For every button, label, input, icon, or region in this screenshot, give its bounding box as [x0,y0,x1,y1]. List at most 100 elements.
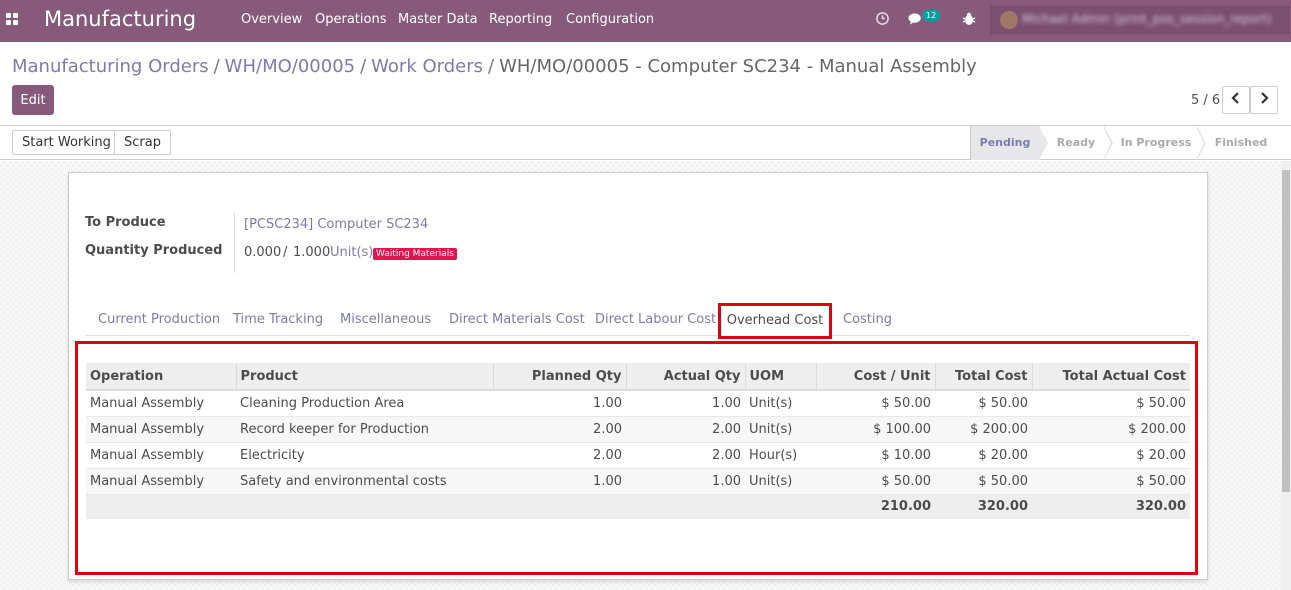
cell-operation: Manual Assembly [86,390,236,417]
chevron-right-icon [1261,92,1269,104]
cell-planned-qty: 1.00 [493,390,626,417]
menu-master-data[interactable]: Master Data [398,12,478,27]
table-row[interactable]: Manual Assembly Cleaning Production Area… [86,390,1190,417]
state-tag: Waiting Materials [373,248,457,260]
pager-next-button[interactable] [1250,86,1278,114]
cell-planned-qty: 1.00 [493,468,626,495]
start-working-button[interactable]: Start Working [12,130,121,155]
cell-uom: Unit(s) [745,468,816,495]
stage-arrow-inner [1196,126,1204,160]
cell-actual-qty: 1.00 [626,390,745,417]
total-actual-cost: 320.00 [1032,494,1190,519]
user-avatar [1000,11,1018,29]
cell-total-cost: $ 200.00 [935,416,1032,443]
cell-total-actual-cost: $ 50.00 [1032,468,1190,495]
cell-total-actual-cost: $ 200.00 [1032,416,1190,443]
pager-previous-button[interactable] [1222,86,1250,114]
menu-operations[interactable]: Operations [315,12,386,27]
to-produce-label: To Produce [85,215,166,230]
control-panel [0,42,1291,126]
qty-total-value: 1.000 [293,245,331,260]
cell-operation: Manual Assembly [86,468,236,495]
col-product[interactable]: Product [235,363,493,391]
cell-planned-qty: 2.00 [493,416,626,443]
tab-current-production[interactable]: Current Production [98,312,220,327]
cell-cost-unit: $ 50.00 [816,468,935,495]
cell-total-actual-cost: $ 50.00 [1032,390,1190,417]
cell-cost-unit: $ 100.00 [816,416,935,443]
stage-ready[interactable]: Ready [1048,126,1104,160]
qty-separator: / [283,245,288,260]
stage-pending[interactable]: Pending [970,126,1039,160]
cell-operation: Manual Assembly [86,416,236,443]
col-uom[interactable]: UOM [744,363,816,391]
stage-arrow [1039,126,1048,160]
menu-overview[interactable]: Overview [241,12,302,27]
activity-clock-icon[interactable] [875,11,890,26]
col-total-actual-cost[interactable]: Total Actual Cost [1031,363,1190,391]
breadcrumb-work-orders[interactable]: Work Orders [371,56,483,77]
cell-actual-qty: 2.00 [626,442,745,469]
scrap-button[interactable]: Scrap [114,130,171,155]
col-planned-qty[interactable]: Planned Qty [492,363,626,391]
cell-total-cost: $ 50.00 [935,468,1032,495]
table-header-row: Operation Product Planned Qty Actual Qty… [86,363,1190,391]
col-operation[interactable]: Operation [86,363,236,391]
debug-bug-icon[interactable] [962,12,976,26]
tab-direct-labour-cost[interactable]: Direct Labour Cost [595,312,716,327]
qty-uom-link[interactable]: Unit(s) [330,245,373,260]
tab-direct-materials-cost[interactable]: Direct Materials Cost [449,312,585,327]
quantity-produced-label: Quantity Produced [85,243,223,258]
messages-count-badge: 12 [922,10,941,21]
breadcrumb-manufacturing-orders[interactable]: Manufacturing Orders [12,56,209,77]
stage-in-progress[interactable]: In Progress [1113,126,1199,160]
cell-product: Record keeper for Production [236,416,493,443]
stage-arrow-inner [1103,126,1111,160]
cell-cost-unit: $ 10.00 [816,442,935,469]
cell-uom: Hour(s) [745,442,816,469]
pager-value[interactable]: 5 / 6 [1191,93,1220,108]
tab-costing[interactable]: Costing [843,312,892,327]
total-cost-unit: 210.00 [816,494,935,519]
table-totals-row: 210.00 320.00 320.00 [86,494,1190,519]
table-row[interactable]: Manual Assembly Record keeper for Produc… [86,416,1190,443]
to-produce-link[interactable]: [PCSC234] Computer SC234 [244,217,428,232]
cell-total-cost: $ 50.00 [935,390,1032,417]
cell-actual-qty: 1.00 [626,468,745,495]
user-name[interactable]: Michael Admin (print_pos_session_report) [1022,12,1272,26]
col-actual-qty[interactable]: Actual Qty [625,363,745,391]
total-cost: 320.00 [935,494,1032,519]
tab-miscellaneous[interactable]: Miscellaneous [340,312,431,327]
table-row[interactable]: Manual Assembly Safety and environmental… [86,468,1190,495]
overhead-cost-table: Operation Product Planned Qty Actual Qty… [86,363,1190,519]
cell-total-actual-cost: $ 20.00 [1032,442,1190,469]
cell-uom: Unit(s) [745,390,816,417]
top-navbar: Manufacturing Overview Operations Master… [0,0,1291,42]
breadcrumb-current: WH/MO/00005 - Computer SC234 - Manual As… [499,56,977,77]
edit-button[interactable]: Edit [12,85,54,115]
cell-total-cost: $ 20.00 [935,442,1032,469]
menu-configuration[interactable]: Configuration [566,12,654,27]
qty-produced-value: 0.000 [244,245,282,260]
tabs-divider [86,335,1190,336]
app-title: Manufacturing [44,7,197,31]
menu-reporting[interactable]: Reporting [489,12,552,27]
scrollbar-thumb[interactable] [1282,170,1290,492]
cell-cost-unit: $ 50.00 [816,390,935,417]
field-divider [234,213,235,273]
tab-overhead-cost[interactable]: Overhead Cost [718,303,832,339]
breadcrumb: Manufacturing Orders / WH/MO/00005/Work Or… [12,56,977,77]
stage-finished[interactable]: Finished [1206,126,1276,160]
cell-product: Safety and environmental costs [236,468,493,495]
table-row[interactable]: Manual Assembly Electricity 2.00 2.00 Ho… [86,442,1190,469]
cell-actual-qty: 2.00 [626,416,745,443]
cell-product: Electricity [236,442,493,469]
col-cost-unit[interactable]: Cost / Unit [815,363,935,391]
tab-time-tracking[interactable]: Time Tracking [233,312,323,327]
cell-product: Cleaning Production Area [236,390,493,417]
col-total-cost[interactable]: Total Cost [934,363,1032,391]
cell-uom: Unit(s) [745,416,816,443]
cell-operation: Manual Assembly [86,442,236,469]
breadcrumb-mo[interactable]: WH/MO/00005 [225,56,355,77]
apps-menu-icon[interactable] [6,13,20,27]
